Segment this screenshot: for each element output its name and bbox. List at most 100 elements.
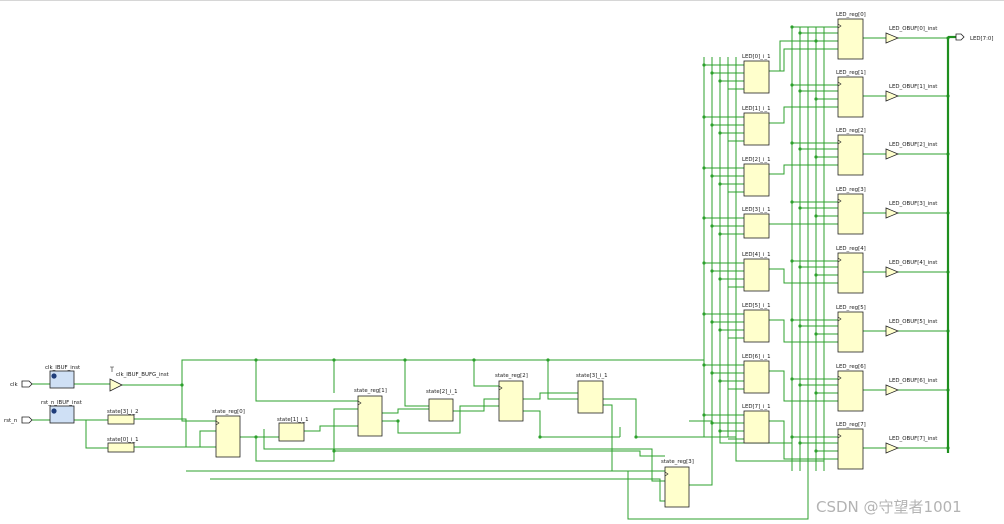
state3-i1-box[interactable] <box>577 380 604 414</box>
led-logic-cell[interactable]: LED[7]_i_1 <box>742 404 771 444</box>
state-reg0-cell[interactable]: state_reg[0] <box>212 409 245 458</box>
buffer-triangle-icon[interactable] <box>885 90 900 102</box>
led-obuf-label: LED_OBUF[3]_inst <box>889 201 937 207</box>
led-reg-cell[interactable]: LED_reg[6] <box>836 364 866 412</box>
state3-i2-box[interactable] <box>107 414 135 425</box>
state2-i1-cell[interactable]: state[2]_i_1 <box>426 389 458 422</box>
led-obuf-label: LED_OBUF[5]_inst <box>889 319 937 325</box>
clk-ibuf-cell[interactable]: clk_IBUF_inst <box>45 365 80 389</box>
net-wire <box>134 430 216 448</box>
led-reg-box[interactable] <box>837 134 864 176</box>
led-reg-box[interactable] <box>837 370 864 412</box>
led-obuf-cell[interactable]: LED_OBUF[5]_inst <box>885 319 937 337</box>
buffer-triangle-icon[interactable] <box>885 442 900 454</box>
led-obuf-cell[interactable]: LED_OBUF[1]_inst <box>885 84 937 102</box>
led-logic-box[interactable] <box>743 213 770 239</box>
led-reg-cell[interactable]: LED_reg[7] <box>836 422 866 470</box>
led-reg-box[interactable] <box>837 252 864 294</box>
net-wire <box>181 385 216 422</box>
led-obuf-cell[interactable]: LED_OBUF[0]_inst <box>885 26 937 44</box>
led-obuf-label: LED_OBUF[4]_inst <box>889 260 937 266</box>
led-logic-label: LED[3]_i_1 <box>742 207 771 213</box>
led-obuf-cell[interactable]: LED_OBUF[4]_inst <box>885 260 937 278</box>
clk-bufg-cell[interactable]: clk_IBUF_BUFG_inst <box>109 366 169 392</box>
buffer-triangle-icon[interactable] <box>885 207 900 219</box>
state1-i1-box[interactable] <box>278 422 305 442</box>
led-logic-cell[interactable]: LED[5]_i_1 <box>742 303 771 343</box>
buffer-triangle-icon[interactable] <box>885 32 900 44</box>
led-output-port-symbol[interactable] <box>955 33 965 41</box>
buffer-triangle-icon[interactable] <box>109 378 123 392</box>
led-reg-cell[interactable]: LED_reg[0] <box>836 12 866 60</box>
state-reg2-cell[interactable]: state_reg[2] <box>495 373 528 422</box>
buffer-triangle-icon[interactable] <box>885 325 900 337</box>
led-logic-box[interactable] <box>743 360 770 394</box>
schematic-svg[interactable]: clk rst_n clk_IBUF_inst rst_n_IBUF_inst … <box>0 1 1004 524</box>
state1-i1-cell[interactable]: state[1]_i_1 <box>277 417 309 442</box>
led-reg-cell[interactable]: LED_reg[4] <box>836 246 866 294</box>
state0-i1-cell[interactable]: state[0]_i_1 <box>107 437 139 453</box>
led-reg-cell[interactable]: LED_reg[3] <box>836 187 866 235</box>
state-reg1-box[interactable] <box>357 395 383 437</box>
rst-n-port-label: rst_n <box>4 418 17 424</box>
led-output-port[interactable]: LED[7:0] <box>955 33 993 42</box>
net-wire <box>769 48 838 72</box>
state3-i2-cell[interactable]: state[3]_i_2 <box>107 409 139 425</box>
led-reg-cell[interactable]: LED_reg[2] <box>836 128 866 176</box>
led-logic-cell[interactable]: LED[3]_i_1 <box>742 207 771 239</box>
state2-i1-box[interactable] <box>428 398 454 422</box>
led-logic-box[interactable] <box>743 60 770 94</box>
led-reg-box[interactable] <box>837 76 864 118</box>
nets <box>32 26 948 520</box>
led-logic-cell[interactable]: LED[6]_i_1 <box>742 354 771 394</box>
led-obuf-cell[interactable]: LED_OBUF[7]_inst <box>885 436 937 454</box>
rst-n-port-symbol[interactable] <box>21 416 33 424</box>
state0-i1-box[interactable] <box>107 442 135 453</box>
led-obuf-cell[interactable]: LED_OBUF[2]_inst <box>885 142 937 160</box>
net-junction <box>814 449 818 453</box>
state-reg0-label: state_reg[0] <box>212 409 245 415</box>
clk-port[interactable]: clk <box>10 380 33 388</box>
buffer-triangle-icon[interactable] <box>885 148 900 160</box>
state-reg0-box[interactable] <box>215 415 241 458</box>
net-junction <box>702 363 706 367</box>
led-reg-box[interactable] <box>837 18 864 60</box>
rst-n-port[interactable]: rst_n <box>4 416 33 424</box>
led-logic-box[interactable] <box>743 309 770 343</box>
state-reg3-box[interactable] <box>664 466 690 508</box>
led-obuf-cell[interactable]: LED_OBUF[6]_inst <box>885 378 937 396</box>
state-reg2-box[interactable] <box>498 380 524 422</box>
led-logic-cell[interactable]: LED[1]_i_1 <box>742 106 771 146</box>
net-junction <box>814 155 818 159</box>
led-logic-box[interactable] <box>743 258 770 292</box>
schematic-canvas[interactable]: clk rst_n clk_IBUF_inst rst_n_IBUF_inst … <box>0 0 1004 523</box>
led-logic-box[interactable] <box>743 410 770 444</box>
led-reg-cell[interactable]: LED_reg[5] <box>836 305 866 353</box>
net-junction <box>798 441 802 445</box>
net-wire <box>523 410 620 438</box>
net-junction <box>403 358 407 362</box>
led-logic-box[interactable] <box>743 112 770 146</box>
led-reg-box[interactable] <box>837 311 864 353</box>
net-wire <box>603 404 665 472</box>
buffer-triangle-icon[interactable] <box>885 266 900 278</box>
led-reg-box[interactable] <box>837 428 864 470</box>
state-reg1-cell[interactable]: state_reg[1] <box>354 388 387 437</box>
led-logic-cell[interactable]: LED[0]_i_1 <box>742 54 771 94</box>
clk-port-symbol[interactable] <box>21 380 33 388</box>
led-reg-label: LED_reg[3] <box>836 187 866 193</box>
led-logic-cell[interactable]: LED[4]_i_1 <box>742 252 771 292</box>
net-junction <box>790 318 794 322</box>
led-logic-label: LED[4]_i_1 <box>742 252 771 258</box>
state-reg3-cell[interactable]: state_reg[3] <box>661 459 694 508</box>
led-logic-cell[interactable]: LED[2]_i_1 <box>742 157 771 197</box>
led-reg-label: LED_reg[5] <box>836 305 866 311</box>
led-reg-box[interactable] <box>837 193 864 235</box>
bufg-tick-icon <box>110 366 114 372</box>
net-junction <box>710 421 714 425</box>
buffer-triangle-icon[interactable] <box>885 384 900 396</box>
led-logic-box[interactable] <box>743 163 770 197</box>
led-reg-cell[interactable]: LED_reg[1] <box>836 70 866 118</box>
led-obuf-cell[interactable]: LED_OBUF[3]_inst <box>885 201 937 219</box>
state3-i1-cell[interactable]: state[3]_i_1 <box>576 373 608 414</box>
